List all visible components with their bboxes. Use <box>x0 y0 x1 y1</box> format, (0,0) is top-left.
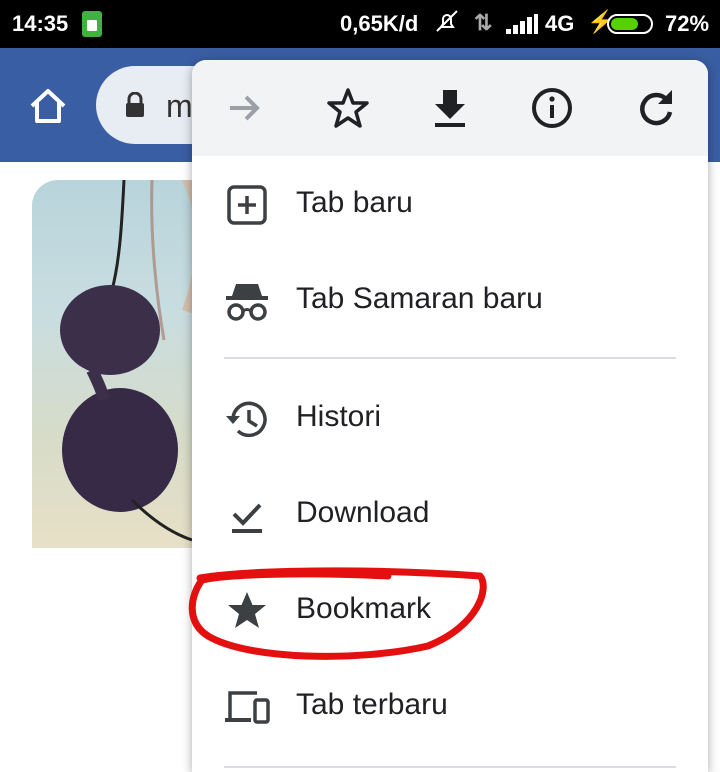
history-icon <box>224 396 270 442</box>
menu-item-bookmarks[interactable]: Bookmark <box>192 566 708 654</box>
menu-icon-row <box>192 60 708 156</box>
battery-icon <box>607 14 653 34</box>
menu-item-label: Download <box>296 496 430 529</box>
bookmark-star-icon[interactable] <box>324 84 372 132</box>
battery-percent: 72% <box>665 11 710 36</box>
menu-item-downloads[interactable]: Download <box>192 470 708 558</box>
menu-item-label: Histori <box>296 400 382 433</box>
menu-item-history[interactable]: Histori <box>192 374 708 462</box>
menu-item-incognito-tab[interactable]: Tab Samaran baru <box>192 256 708 344</box>
forward-icon[interactable] <box>220 84 268 132</box>
incognito-icon <box>224 278 270 324</box>
data-arrows-icon: ⇅ <box>474 10 493 35</box>
lock-icon <box>124 91 146 118</box>
menu-divider <box>224 766 676 768</box>
signal-icon <box>506 14 538 34</box>
network-speed: 0,65K/d <box>340 11 419 36</box>
menu-item-label: Tab terbaru <box>296 688 448 721</box>
new-tab-icon <box>224 182 270 228</box>
download-icon[interactable] <box>426 84 474 132</box>
network-type: 4G <box>545 11 575 36</box>
refresh-icon[interactable] <box>632 84 680 132</box>
menu-item-new-tab[interactable]: Tab baru <box>192 160 708 248</box>
menu-item-label: Tab Samaran baru <box>296 282 543 315</box>
clock: 14:35 <box>12 11 69 36</box>
menu-item-label: Tab baru <box>296 186 413 219</box>
menu-divider <box>224 357 676 359</box>
url-text: m <box>166 88 193 124</box>
menu-item-recent-tabs[interactable]: Tab terbaru <box>192 662 708 750</box>
info-icon[interactable] <box>528 84 576 132</box>
menu-item-label: Bookmark <box>296 592 432 625</box>
status-bar: 14:35 0,65K/d ⇅ 4G ⚡ 72% <box>0 0 720 48</box>
home-icon[interactable] <box>26 84 70 128</box>
downloads-icon <box>224 492 270 538</box>
sim-icon <box>82 11 102 37</box>
content-image <box>32 180 212 548</box>
overflow-menu: Tab baru Tab Samaran baru Histori Downlo… <box>192 60 708 772</box>
recent-tabs-icon <box>224 684 270 730</box>
mute-icon <box>434 8 460 41</box>
bookmarks-star-icon <box>224 588 270 634</box>
